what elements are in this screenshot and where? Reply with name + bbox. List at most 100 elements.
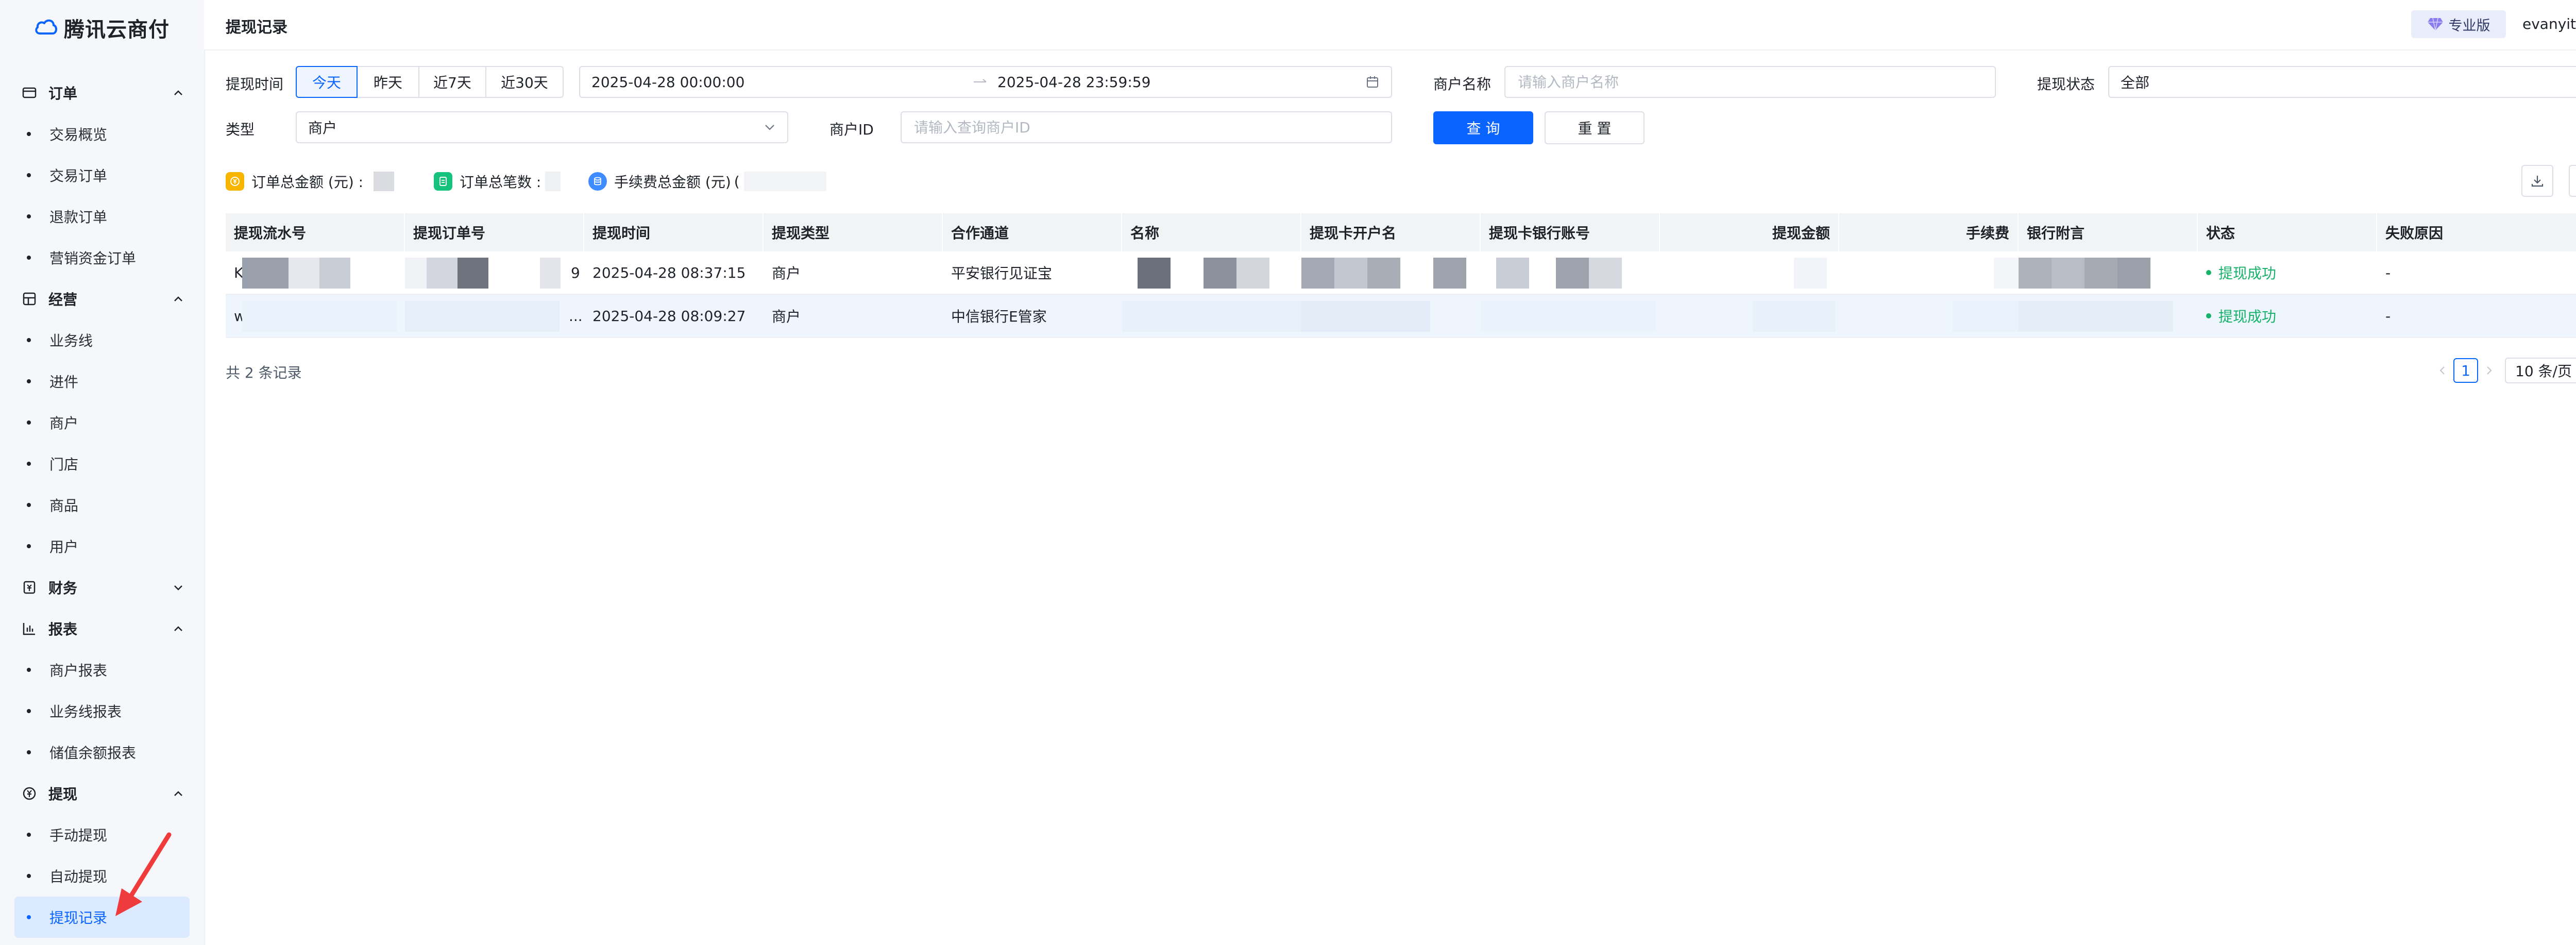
redacted-block bbox=[2117, 258, 2150, 289]
date-range-picker[interactable]: 2025-04-28 00:00:00 2025-04-28 23:59:59 bbox=[579, 66, 1392, 98]
range-yesterday-button[interactable]: 昨天 bbox=[357, 66, 419, 98]
merchant-name-input[interactable] bbox=[1517, 73, 1984, 91]
prev-page-icon[interactable] bbox=[2435, 363, 2450, 378]
start-time-value[interactable]: 2025-04-28 00:00:00 bbox=[591, 74, 973, 91]
sidebar-group-reports[interactable]: 报表 bbox=[0, 608, 204, 649]
sidebar-item-merchants[interactable]: 商户 bbox=[0, 402, 204, 443]
cell-fee bbox=[1839, 295, 2019, 337]
cell-amount bbox=[1660, 251, 1839, 294]
chevron-up-icon bbox=[174, 626, 182, 631]
sidebar-group-finance[interactable]: 财务 bbox=[0, 567, 204, 608]
sidebar-group-orders[interactable]: 订单 bbox=[0, 72, 204, 113]
redacted-block bbox=[1794, 258, 1827, 289]
chevron-down-icon bbox=[765, 125, 774, 130]
table-row[interactable]: w ... 2025-04-28 08:09:27 商户 中信银行E管家 提现成… bbox=[226, 295, 2576, 338]
sidebar-item-label: 退款订单 bbox=[49, 209, 108, 226]
summary-fee-amount: 手续费总金额 (元) ( bbox=[588, 170, 826, 193]
cell-bank-account bbox=[1481, 251, 1660, 294]
sidebar-group-business[interactable]: 经营 bbox=[0, 278, 204, 319]
merchant-name-field[interactable] bbox=[1504, 66, 1996, 98]
cell-bank-memo bbox=[2019, 295, 2198, 337]
sidebar: 腾讯云商付 订单 交易概览 交易订单 退款订单 营销资金订单 经营 业务线 进件… bbox=[0, 0, 205, 945]
sidebar-item-business-line[interactable]: 业务线 bbox=[0, 319, 204, 361]
sidebar-item-merchant-report[interactable]: 商户报表 bbox=[0, 649, 204, 690]
page-title: 提现记录 bbox=[226, 19, 287, 37]
sidebar-item-label: 商品 bbox=[49, 497, 79, 514]
fee-amount-label: 手续费总金额 (元) bbox=[614, 174, 731, 191]
bullet-dot bbox=[27, 420, 31, 425]
export-button[interactable] bbox=[2521, 165, 2553, 197]
redacted-block bbox=[1367, 258, 1400, 289]
sidebar-item-trade-orders[interactable]: 交易订单 bbox=[0, 155, 204, 196]
sidebar-group-label: 财务 bbox=[48, 580, 78, 597]
redacted-block bbox=[1334, 258, 1367, 289]
cell-order-no: 9 bbox=[405, 251, 584, 294]
table-row[interactable]: K 9 2025-04-28 08:37:15 商户 平安银行见证宝 提现成功 … bbox=[226, 251, 2576, 295]
column-header-serial: 提现流水号 bbox=[226, 213, 405, 251]
cell-channel: 平安银行见证宝 bbox=[951, 265, 1053, 282]
page-size-select[interactable]: 10 条/页 bbox=[2505, 358, 2576, 383]
sidebar-item-label: 自动提现 bbox=[49, 868, 108, 885]
bullet-dot bbox=[27, 709, 31, 713]
redacted-block bbox=[2084, 258, 2117, 289]
cell-account-holder bbox=[1301, 295, 1481, 337]
download-icon bbox=[2531, 176, 2544, 187]
sidebar-item-users[interactable]: 用户 bbox=[0, 526, 204, 567]
redacted-block bbox=[457, 258, 488, 289]
next-page-icon[interactable] bbox=[2481, 363, 2497, 378]
end-time-value[interactable]: 2025-04-28 23:59:59 bbox=[997, 74, 1365, 91]
bullet-dot bbox=[27, 256, 31, 260]
edition-badge-label: 专业版 bbox=[2448, 18, 2490, 34]
range-30days-button[interactable]: 近30天 bbox=[485, 66, 564, 98]
bullet-dot bbox=[27, 503, 31, 507]
sidebar-item-refund-orders[interactable]: 退款订单 bbox=[0, 196, 204, 237]
withdraw-status-label: 提现状态 bbox=[2037, 76, 2095, 93]
redacted-block bbox=[1433, 258, 1466, 289]
sidebar-item-stores[interactable]: 门店 bbox=[0, 443, 204, 484]
edition-badge[interactable]: 专业版 bbox=[2411, 10, 2506, 38]
sidebar-item-business-line-report[interactable]: 业务线报表 bbox=[0, 690, 204, 732]
merchant-id-field[interactable] bbox=[901, 111, 1392, 143]
sidebar-item-label: 进件 bbox=[49, 374, 79, 391]
column-settings-button[interactable] bbox=[2569, 165, 2576, 197]
order-amount-label: 订单总金额 (元) : bbox=[251, 174, 364, 191]
sidebar-group-label: 提现 bbox=[48, 786, 78, 803]
withdraw-status-select[interactable]: 全部 bbox=[2108, 66, 2576, 98]
range-today-button[interactable]: 今天 bbox=[296, 66, 358, 98]
range-7days-button[interactable]: 近7天 bbox=[418, 66, 486, 98]
redacted-block bbox=[2052, 258, 2084, 289]
sidebar-item-marketing-orders[interactable]: 营销资金订单 bbox=[0, 237, 204, 278]
redacted-block bbox=[1953, 301, 2019, 332]
cell-name bbox=[1122, 295, 1301, 337]
column-header-fee: 手续费 bbox=[1839, 213, 2019, 251]
type-select[interactable]: 商户 bbox=[296, 111, 788, 143]
sidebar-item-stored-balance-report[interactable]: 储值余额报表 bbox=[0, 732, 204, 773]
cell-serial: K bbox=[226, 251, 405, 294]
sidebar-group-withdraw[interactable]: 提现 bbox=[0, 773, 204, 814]
bullet-dot bbox=[27, 214, 31, 218]
sidebar-item-products[interactable]: 商品 bbox=[0, 484, 204, 526]
page-number-button[interactable]: 1 bbox=[2453, 358, 2478, 383]
chevron-up-icon bbox=[174, 791, 182, 796]
arrow-right-icon bbox=[974, 79, 987, 82]
reset-button[interactable]: 重 置 bbox=[1545, 111, 1645, 144]
bullet-dot bbox=[27, 750, 31, 754]
redacted-block bbox=[1301, 301, 1430, 332]
merchant-id-input[interactable] bbox=[913, 118, 1380, 137]
cell-status: 提现成功 bbox=[2198, 295, 2377, 337]
redacted-block bbox=[540, 258, 561, 289]
pagination: 1 10 条/页 bbox=[2435, 358, 2576, 383]
sidebar-item-trade-overview[interactable]: 交易概览 bbox=[0, 113, 204, 155]
user-menu[interactable]: evanyitang bbox=[2522, 15, 2576, 32]
redacted-block bbox=[2019, 301, 2173, 332]
sidebar-group-label: 订单 bbox=[48, 85, 78, 102]
brand-logo[interactable]: 腾讯云商付 bbox=[34, 13, 170, 42]
yen-circle-icon bbox=[22, 786, 37, 801]
sidebar-item-onboarding[interactable]: 进件 bbox=[0, 361, 204, 402]
table-header: 提现流水号 提现订单号 提现时间 提现类型 合作通道 名称 提现卡开户名 提现卡… bbox=[226, 213, 2576, 251]
query-button[interactable]: 查 询 bbox=[1433, 111, 1533, 144]
sidebar-item-label: 储值余额报表 bbox=[49, 745, 137, 762]
cell-type: 商户 bbox=[772, 308, 801, 325]
top-header: 提现记录 专业版 evanyitang bbox=[204, 0, 2576, 50]
cell-time: 2025-04-28 08:37:15 bbox=[592, 264, 746, 281]
